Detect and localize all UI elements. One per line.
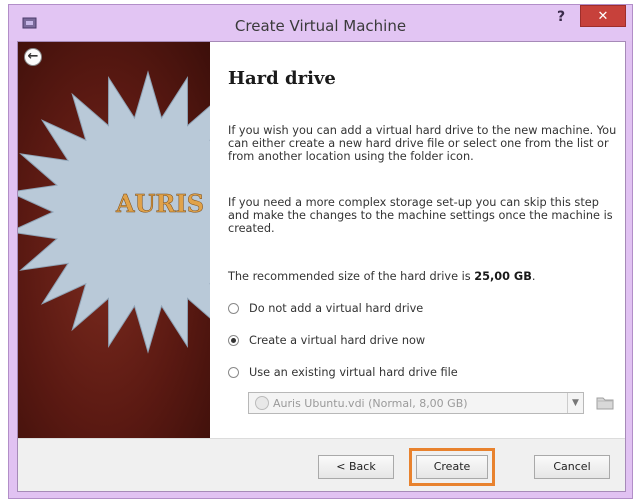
- option-create-disk[interactable]: Create a virtual hard drive now: [228, 334, 425, 347]
- option-label: Use an existing virtual hard drive file: [249, 366, 458, 379]
- description-paragraph-1: If you wish you can add a virtual hard d…: [228, 124, 617, 163]
- folder-icon[interactable]: [596, 394, 614, 410]
- existing-disk-select[interactable]: Auris Ubuntu.vdi (Normal, 8,00 GB) ▼: [248, 392, 584, 414]
- help-button[interactable]: ?: [548, 7, 574, 27]
- existing-disk-value: Auris Ubuntu.vdi (Normal, 8,00 GB): [273, 396, 468, 410]
- back-arrow-icon[interactable]: ←: [24, 48, 42, 66]
- radio-no-disk[interactable]: [228, 303, 239, 314]
- radio-create-disk[interactable]: [228, 335, 239, 346]
- auris-logo-text: AURIS: [115, 189, 204, 218]
- dialog-window: Create Virtual Machine ? ✕ AURIS ← Hard …: [8, 4, 633, 499]
- hard-disk-icon: [255, 396, 269, 410]
- chevron-down-icon[interactable]: ▼: [567, 393, 583, 413]
- option-label: Do not add a virtual hard drive: [249, 302, 424, 315]
- option-label: Create a virtual hard drive now: [249, 334, 426, 347]
- page-title: Hard drive: [228, 68, 336, 89]
- recommended-size-value: 25,00 GB: [474, 270, 532, 283]
- button-bar: < Back Create Cancel: [18, 438, 625, 491]
- option-no-disk[interactable]: Do not add a virtual hard drive: [228, 302, 423, 315]
- title-bar: Create Virtual Machine ? ✕: [9, 5, 632, 41]
- description-paragraph-2: If you need a more complex storage set-u…: [228, 196, 613, 235]
- create-button[interactable]: Create: [416, 455, 488, 479]
- wizard-content: Hard drive If you wish you can add a vir…: [218, 42, 618, 438]
- wizard-banner: AURIS ←: [18, 42, 210, 438]
- cancel-button[interactable]: Cancel: [534, 455, 610, 479]
- option-existing-disk[interactable]: Use an existing virtual hard drive file: [228, 366, 458, 379]
- wizard-client-area: AURIS ← Hard drive If you wish you can a…: [17, 41, 626, 492]
- window-title: Create Virtual Machine: [234, 17, 407, 35]
- radio-existing-disk[interactable]: [228, 367, 239, 378]
- starburst-logo-image: AURIS: [18, 70, 210, 354]
- close-button[interactable]: ✕: [580, 5, 626, 27]
- back-button[interactable]: < Back: [318, 455, 394, 479]
- recommended-size-text: The recommended size of the hard drive i…: [228, 270, 536, 283]
